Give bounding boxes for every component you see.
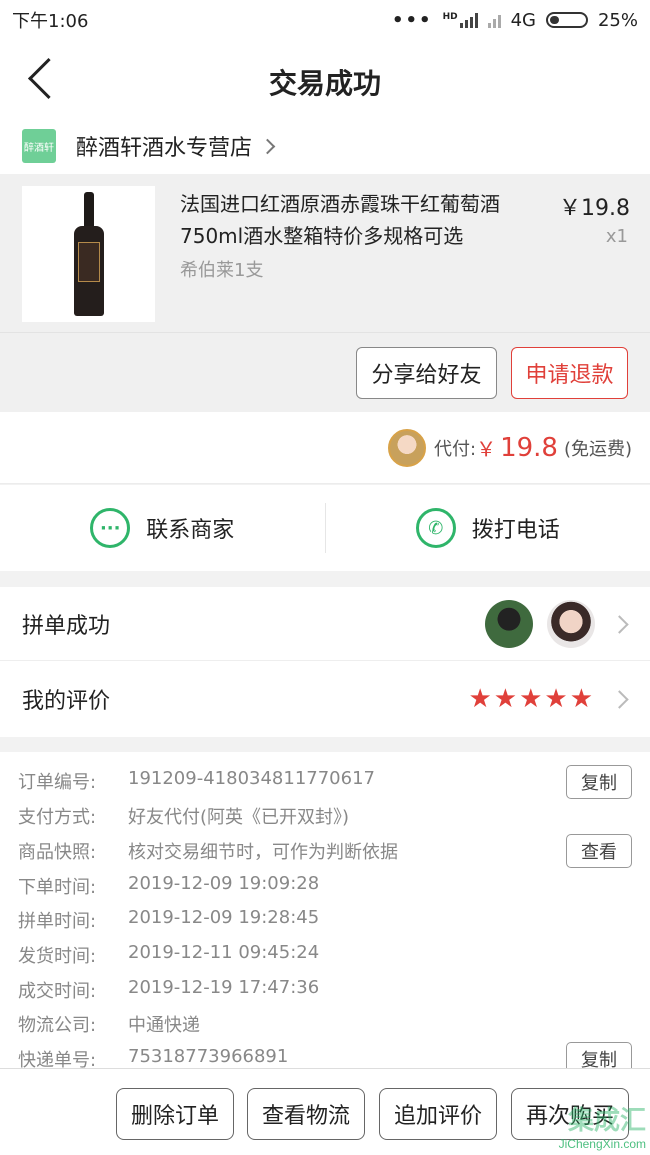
refund-button[interactable]: 申请退款 <box>511 347 628 399</box>
battery-level: 25% <box>597 9 638 31</box>
courier-company: 中通快递 <box>128 1015 200 1036</box>
product-title[interactable]: 法国进口红酒原酒赤霞珠干红葡萄酒750ml酒水整箱特价多规格可选 <box>180 188 545 252</box>
status-bar: 下午1:06 ••• HD 4G 25% <box>0 0 650 40</box>
delete-order-button[interactable]: 删除订单 <box>116 1088 234 1140</box>
avatar <box>547 600 595 648</box>
detail-row-snapshot: 商品快照: 核对交易细节时，可作为判断依据 <box>18 838 398 864</box>
detail-label: 支付方式: <box>18 807 97 828</box>
detail-row-courier: 物流公司: 中通快递 <box>18 1011 200 1037</box>
product-image[interactable] <box>22 186 155 322</box>
view-snapshot-button[interactable]: 查看 <box>566 834 632 868</box>
payment-method: 好友代付(阿英《已开双封》) <box>128 807 350 828</box>
deal-time: 2019-12-19 17:47:36 <box>128 977 320 998</box>
star-rating-icon: ★★★★★ <box>468 684 595 714</box>
detail-row-order-number: 订单编号: 191209-418034811770617 <box>18 768 375 794</box>
group-success-label: 拼单成功 <box>22 613 111 639</box>
contact-bar: ··· 联系商家 ✆ 拨打电话 <box>0 485 650 571</box>
my-review-label: 我的评价 <box>22 689 111 714</box>
hd-label: HD <box>442 12 458 22</box>
nav-bar: 交易成功 <box>0 40 650 118</box>
rating: ★★★★★ <box>468 662 629 736</box>
call-button[interactable]: ✆ 拨打电话 <box>326 485 650 571</box>
chevron-right-icon <box>610 689 629 709</box>
product-actions: 分享给好友 申请退款 <box>0 332 650 412</box>
watermark-title: 集成汇 <box>567 1105 646 1135</box>
group-success-row[interactable]: 拼单成功 <box>0 587 650 661</box>
detail-label: 成交时间: <box>18 981 97 1002</box>
store-logo: 醉酒轩 <box>22 129 56 163</box>
detail-label: 下单时间: <box>18 877 97 898</box>
store-name[interactable]: 醉酒轩酒水专营店 <box>76 130 252 162</box>
detail-row-payment-method: 支付方式: 好友代付(阿英《已开双封》) <box>18 803 349 829</box>
status-icons: ••• HD 4G 25% <box>392 10 638 31</box>
shipping-note: (免运费) <box>563 438 632 460</box>
detail-label: 拼单时间: <box>18 911 97 932</box>
detail-row-group-time: 拼单时间: 2019-12-09 19:28:45 <box>18 907 319 933</box>
payment-amount: 19.8 <box>500 432 558 463</box>
order-number: 191209-418034811770617 <box>128 768 375 789</box>
status-time: 下午1:06 <box>12 11 89 32</box>
detail-row-order-time: 下单时间: 2019-12-09 19:09:28 <box>18 873 319 899</box>
group-members <box>485 587 629 661</box>
share-button[interactable]: 分享给好友 <box>356 347 497 399</box>
view-logistics-button[interactable]: 查看物流 <box>247 1088 365 1140</box>
network-type: 4G <box>510 9 536 31</box>
watermark-url: JiChengXin.com <box>558 1137 646 1151</box>
detail-label: 商品快照: <box>18 842 97 863</box>
page-title: 交易成功 <box>268 67 381 100</box>
more-dots-icon: ••• <box>392 9 433 31</box>
watermark-logo: 集成汇 JiChengXin.com <box>559 1100 646 1151</box>
copy-order-number-button[interactable]: 复制 <box>566 765 632 799</box>
contact-merchant-button[interactable]: ··· 联系商家 <box>0 485 325 571</box>
chevron-right-icon <box>259 138 276 154</box>
product-price: ￥19.8 <box>559 196 630 221</box>
battery-icon <box>545 12 588 28</box>
product-item[interactable]: 法国进口红酒原酒赤霞珠干红葡萄酒750ml酒水整箱特价多规格可选 希伯莱1支 ￥… <box>0 174 650 332</box>
product-quantity: x1 <box>605 226 628 247</box>
payment-currency: ￥ <box>476 437 497 461</box>
detail-row-deal-time: 成交时间: 2019-12-19 17:47:36 <box>18 977 319 1003</box>
order-details: 订单编号: 191209-418034811770617 复制 支付方式: 好友… <box>0 752 650 1076</box>
chevron-right-icon <box>610 614 629 634</box>
payment-summary: 代付: ￥ 19.8 (免运费) <box>0 412 650 484</box>
group-section: 拼单成功 我的评价 ★★★★★ <box>0 587 650 737</box>
bottom-action-bar: 删除订单 查看物流 追加评价 再次购买 集成汇 JiChengXin.com <box>0 1068 650 1155</box>
add-review-button[interactable]: 追加评价 <box>379 1088 497 1140</box>
group-time: 2019-12-09 19:28:45 <box>128 907 320 928</box>
signal-hd-icon: HD <box>443 12 478 28</box>
call-label: 拨打电话 <box>471 518 560 543</box>
detail-row-ship-time: 发货时间: 2019-12-11 09:45:24 <box>18 942 319 968</box>
payment-label: 代付: <box>433 438 477 460</box>
chat-bubble-icon: ··· <box>90 508 131 548</box>
payer-avatar <box>387 428 426 467</box>
order-time: 2019-12-09 19:09:28 <box>128 873 320 894</box>
detail-label: 物流公司: <box>18 1015 97 1036</box>
signal-icon <box>487 12 501 28</box>
avatar <box>485 600 533 648</box>
my-review-row[interactable]: 我的评价 ★★★★★ <box>0 662 650 736</box>
detail-label: 发货时间: <box>18 946 97 967</box>
detail-label: 订单编号: <box>18 772 97 793</box>
contact-merchant-label: 联系商家 <box>146 518 235 543</box>
product-sku: 希伯莱1支 <box>180 260 264 281</box>
phone-icon: ✆ <box>415 508 456 548</box>
ship-time: 2019-12-11 09:45:24 <box>128 942 320 963</box>
wine-bottle-icon <box>74 192 104 316</box>
snapshot-note: 核对交易细节时，可作为判断依据 <box>128 842 398 863</box>
store-header[interactable]: 醉酒轩 醉酒轩酒水专营店 <box>0 118 650 174</box>
